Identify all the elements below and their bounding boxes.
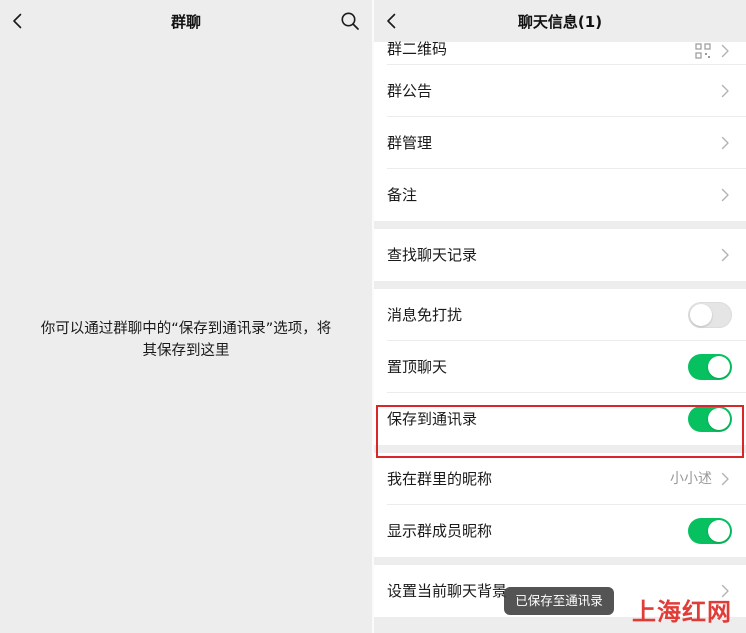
pin-chat-toggle[interactable] — [688, 354, 732, 380]
settings-group: 群二维码 群公告 群管理 备注 — [374, 40, 746, 221]
row-mute: 消息免打扰 — [374, 289, 746, 341]
row-announcement[interactable]: 群公告 — [374, 65, 746, 117]
toggle-knob — [708, 520, 730, 542]
search-icon — [341, 12, 359, 30]
empty-state-message: 你可以通过群聊中的“保存到通讯录”选项，将 其保存到这里 — [12, 318, 360, 362]
show-nicknames-toggle[interactable] — [688, 518, 732, 544]
row-label: 群管理 — [387, 134, 433, 152]
row-label: 显示群成员昵称 — [387, 522, 493, 540]
row-my-nickname[interactable]: 我在群里的昵称 小小述 — [374, 453, 746, 505]
toggle-knob — [708, 356, 730, 378]
save-to-contacts-toggle[interactable] — [688, 406, 732, 432]
group-chats-screen: 群聊 你可以通过群聊中的“保存到通讯录”选项，将 其保存到这里 — [0, 0, 372, 633]
top-bar: 群聊 — [0, 0, 372, 42]
section-gap — [374, 221, 746, 229]
row-label: 我在群里的昵称 — [387, 470, 493, 488]
empty-state-line: 你可以通过群聊中的“保存到通讯录”选项，将 — [40, 321, 332, 337]
row-manage[interactable]: 群管理 — [374, 117, 746, 169]
mute-toggle[interactable] — [688, 302, 732, 328]
row-save-to-contacts: 保存到通讯录 — [374, 393, 746, 445]
row-remark[interactable]: 备注 — [374, 169, 746, 221]
settings-group: 消息免打扰 置顶聊天 保存到通讯录 — [374, 289, 746, 445]
row-label: 备注 — [387, 186, 418, 204]
row-label: 查找聊天记录 — [387, 246, 478, 264]
section-gap — [374, 557, 746, 565]
top-bar: 聊天信息(1) — [374, 0, 746, 42]
section-gap — [374, 445, 746, 453]
row-label: 置顶聊天 — [387, 358, 448, 376]
search-button[interactable] — [336, 7, 364, 35]
chat-info-screen: 聊天信息(1) 群二维码 群公告 群管理 备注 查找聊天记录 消息免打扰 置顶聊… — [374, 0, 746, 633]
chevron-right-icon — [721, 136, 729, 150]
row-label: 保存到通讯录 — [387, 410, 478, 428]
row-qr-code[interactable]: 群二维码 — [374, 40, 746, 65]
toggle-knob — [708, 408, 730, 430]
page-title: 群聊 — [170, 13, 201, 31]
chevron-right-icon — [721, 44, 729, 58]
watermark-logo: 上海红网 — [632, 598, 732, 626]
row-search-history[interactable]: 查找聊天记录 — [374, 229, 746, 281]
row-show-nicknames: 显示群成员昵称 — [374, 505, 746, 557]
settings-group: 查找聊天记录 — [374, 229, 746, 281]
section-gap — [374, 281, 746, 289]
toggle-knob — [690, 304, 712, 326]
settings-list: 群二维码 群公告 群管理 备注 查找聊天记录 消息免打扰 置顶聊天 保存到通讯录… — [374, 40, 746, 617]
page-title: 聊天信息(1) — [517, 13, 603, 31]
row-pin: 置顶聊天 — [374, 341, 746, 393]
empty-state-line: 其保存到这里 — [142, 343, 230, 359]
toast-message: 已保存至通讯录 — [504, 587, 614, 615]
row-label: 设置当前聊天背景 — [387, 582, 508, 600]
settings-group: 我在群里的昵称 小小述 显示群成员昵称 — [374, 453, 746, 557]
qr-code-icon — [695, 43, 711, 59]
chevron-right-icon — [721, 84, 729, 98]
nickname-value: 小小述 — [670, 471, 712, 487]
row-label: 消息免打扰 — [387, 306, 463, 324]
chevron-right-icon — [721, 188, 729, 202]
row-label: 群公告 — [387, 82, 433, 100]
chevron-right-icon — [721, 472, 729, 486]
row-label: 群二维码 — [387, 40, 448, 58]
chevron-right-icon — [721, 248, 729, 262]
